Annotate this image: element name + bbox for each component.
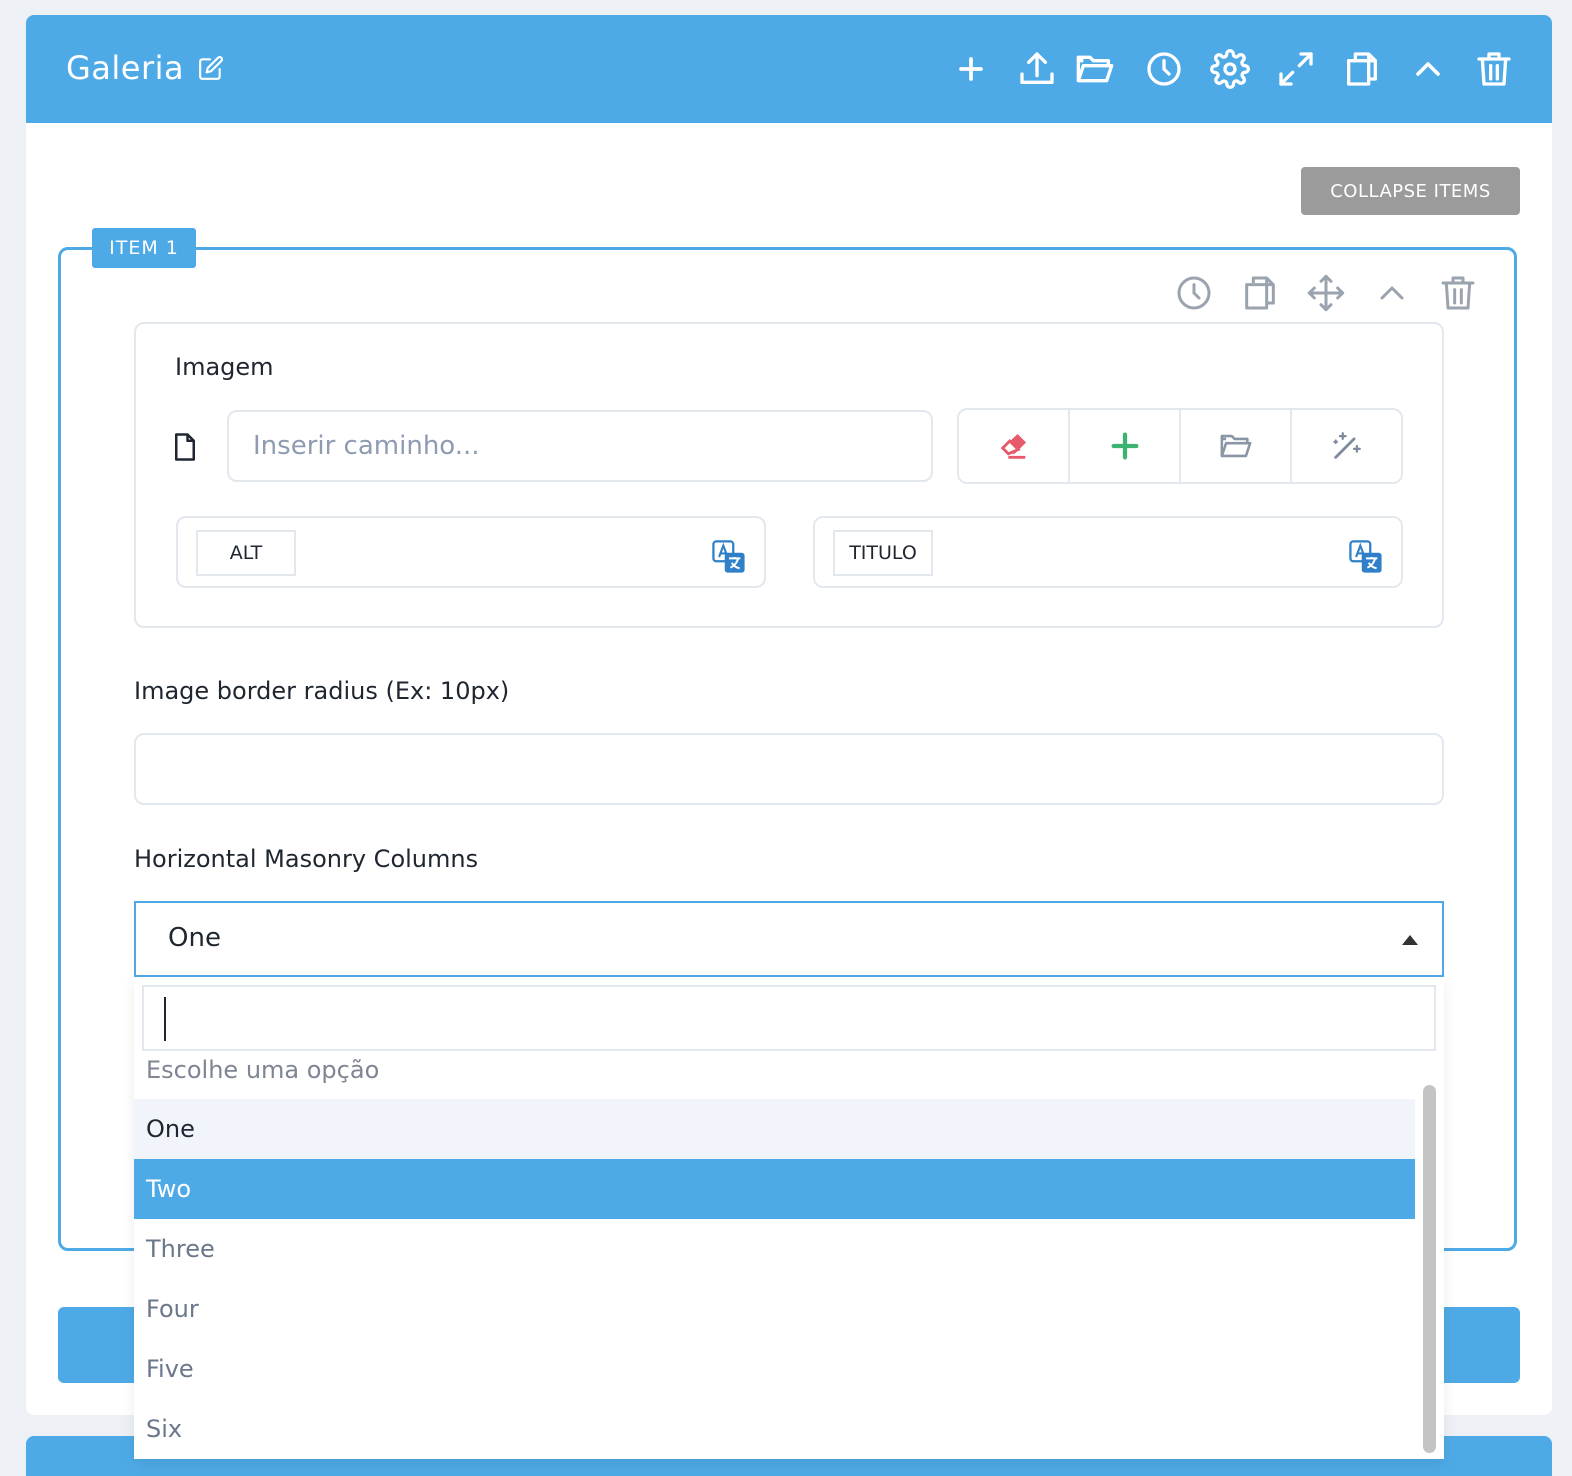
magic-wand-icon <box>1332 432 1361 459</box>
history-icon[interactable] <box>1174 273 1214 313</box>
edit-title-icon[interactable] <box>198 55 224 81</box>
alt-label: ALT <box>196 530 296 576</box>
plus-icon <box>1111 432 1138 460</box>
expand-icon[interactable] <box>1276 49 1316 89</box>
copy-icon[interactable] <box>1342 49 1382 89</box>
trash-icon[interactable] <box>1474 49 1514 89</box>
dropdown-option[interactable]: Four <box>134 1279 1415 1339</box>
dropdown-option[interactable]: Five <box>134 1339 1415 1399</box>
select-value: One <box>168 923 221 953</box>
file-icon <box>172 432 198 462</box>
card-header: Galeria <box>26 15 1552 123</box>
masonry-columns-label: Horizontal Masonry Columns <box>134 845 479 873</box>
dropdown-option[interactable]: Three <box>134 1219 1415 1279</box>
translate-icon[interactable] <box>712 540 746 574</box>
image-path-input[interactable] <box>227 410 933 482</box>
chevron-up-icon[interactable] <box>1372 273 1412 313</box>
item-badge: ITEM 1 <box>92 228 196 268</box>
folder-open-icon[interactable] <box>1075 49 1115 89</box>
dropdown-search-input[interactable] <box>142 985 1436 1051</box>
caret-up-icon <box>1402 935 1418 945</box>
move-icon[interactable] <box>1306 273 1346 313</box>
upload-icon[interactable] <box>1017 49 1057 89</box>
dropdown-option[interactable]: Six <box>134 1399 1415 1459</box>
title-label: TITULO <box>833 530 933 576</box>
border-radius-input[interactable] <box>134 733 1444 805</box>
dropdown-option[interactable]: Two <box>134 1159 1415 1219</box>
dropdown-scrollbar[interactable] <box>1417 1061 1441 1459</box>
add-image-button[interactable] <box>1070 410 1181 482</box>
text-cursor <box>164 997 166 1041</box>
trash-icon[interactable] <box>1438 273 1478 313</box>
collapse-items-button[interactable]: COLLAPSE ITEMS <box>1301 167 1520 215</box>
masonry-columns-select[interactable]: One <box>134 901 1444 977</box>
page: Galeria COLLAPSE ITEMS ITEM 1 Imagem Ins… <box>0 0 1572 1476</box>
chevron-up-icon[interactable] <box>1408 49 1448 89</box>
folder-open-icon <box>1220 434 1251 458</box>
image-label: Imagem <box>175 353 274 381</box>
scrollbar-thumb[interactable] <box>1423 1085 1436 1453</box>
magic-image-button[interactable] <box>1292 410 1401 482</box>
gear-icon[interactable] <box>1210 49 1250 89</box>
border-radius-label: Image border radius (Ex: 10px) <box>134 677 510 705</box>
alt-field[interactable]: ALT <box>176 516 766 588</box>
browse-image-button[interactable] <box>1181 410 1292 482</box>
dropdown-option-placeholder[interactable]: Escolhe uma opção <box>134 1051 1415 1099</box>
title-field[interactable]: TITULO <box>813 516 1403 588</box>
translate-icon[interactable] <box>1349 540 1383 574</box>
image-actions <box>957 408 1403 484</box>
card-title: Galeria <box>66 49 185 87</box>
dropdown-options: Escolhe uma opção One Two Three Four Fiv… <box>134 1051 1415 1459</box>
history-icon[interactable] <box>1144 49 1184 89</box>
add-icon[interactable] <box>951 49 991 89</box>
eraser-icon <box>1000 433 1026 459</box>
clear-image-button[interactable] <box>959 410 1070 482</box>
copy-icon[interactable] <box>1240 273 1280 313</box>
masonry-dropdown: Escolhe uma opção One Two Three Four Fiv… <box>134 977 1444 1459</box>
dropdown-option[interactable]: One <box>134 1099 1415 1159</box>
